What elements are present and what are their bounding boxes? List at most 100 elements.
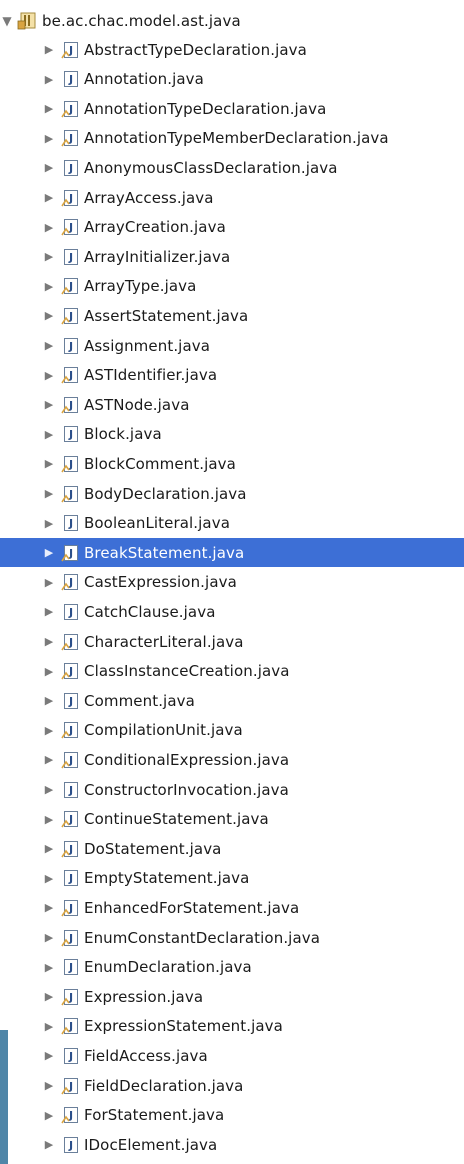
collapsed-arrow-icon[interactable]: ▶ xyxy=(42,517,56,530)
java-file-icon: J xyxy=(60,780,80,800)
collapsed-arrow-icon[interactable]: ▶ xyxy=(42,398,56,411)
file-node[interactable]: ▶ J AnonymousClassDeclaration.java xyxy=(0,153,464,182)
collapsed-arrow-icon[interactable]: ▶ xyxy=(42,842,56,855)
collapsed-arrow-icon[interactable]: ▶ xyxy=(42,901,56,914)
collapsed-arrow-icon[interactable]: ▶ xyxy=(42,161,56,174)
svg-text:J: J xyxy=(68,606,73,619)
collapsed-arrow-icon[interactable]: ▶ xyxy=(42,1079,56,1092)
java-file-icon: J xyxy=(60,572,80,592)
collapsed-arrow-icon[interactable]: ▶ xyxy=(42,102,56,115)
file-name: EnumDeclaration.java xyxy=(84,958,252,977)
file-node[interactable]: ▶ J ConditionalExpression.java xyxy=(0,745,464,774)
file-node[interactable]: ▶ J ForStatement.java xyxy=(0,1101,464,1130)
expanded-arrow-icon[interactable]: ▼ xyxy=(0,14,14,28)
java-file-icon: J xyxy=(60,839,80,859)
collapsed-arrow-icon[interactable]: ▶ xyxy=(42,694,56,707)
file-node[interactable]: ▶ J CastExpression.java xyxy=(0,568,464,597)
file-node[interactable]: ▶ J AnnotationTypeMemberDeclaration.java xyxy=(0,124,464,153)
svg-text:J: J xyxy=(68,340,73,353)
file-node[interactable]: ▶ J DoStatement.java xyxy=(0,834,464,863)
file-node[interactable]: ▶ J ArrayCreation.java xyxy=(0,213,464,242)
package-node[interactable]: ▼ be.ac.chac.model.ast.java xyxy=(0,6,464,35)
package-name: be.ac.chac.model.ast.java xyxy=(42,11,241,30)
collapsed-arrow-icon[interactable]: ▶ xyxy=(42,931,56,944)
collapsed-arrow-icon[interactable]: ▶ xyxy=(42,546,56,559)
collapsed-arrow-icon[interactable]: ▶ xyxy=(42,221,56,234)
collapsed-arrow-icon[interactable]: ▶ xyxy=(42,457,56,470)
file-node[interactable]: ▶ J ClassInstanceCreation.java xyxy=(0,657,464,686)
file-node[interactable]: ▶ J IDocElement.java xyxy=(0,1130,464,1159)
file-name: ConditionalExpression.java xyxy=(84,750,290,769)
svg-text:J: J xyxy=(68,695,73,708)
file-name: ArrayCreation.java xyxy=(84,218,226,237)
file-node[interactable]: ▶ J ContinueStatement.java xyxy=(0,805,464,834)
collapsed-arrow-icon[interactable]: ▶ xyxy=(42,724,56,737)
file-node[interactable]: ▶ J ConstructorInvocation.java xyxy=(0,775,464,804)
collapsed-arrow-icon[interactable]: ▶ xyxy=(42,309,56,322)
collapsed-arrow-icon[interactable]: ▶ xyxy=(42,43,56,56)
file-node[interactable]: ▶ J EnumDeclaration.java xyxy=(0,953,464,982)
collapsed-arrow-icon[interactable]: ▶ xyxy=(42,665,56,678)
collapsed-arrow-icon[interactable]: ▶ xyxy=(42,1109,56,1122)
file-node[interactable]: ▶ J EmptyStatement.java xyxy=(0,864,464,893)
collapsed-arrow-icon[interactable]: ▶ xyxy=(42,487,56,500)
file-node[interactable]: ▶ J CatchClause.java xyxy=(0,597,464,626)
file-node[interactable]: ▶ J EnhancedForStatement.java xyxy=(0,893,464,922)
collapsed-arrow-icon[interactable]: ▶ xyxy=(42,280,56,293)
collapsed-arrow-icon[interactable]: ▶ xyxy=(42,73,56,86)
java-file-icon: J xyxy=(60,395,80,415)
collapsed-arrow-icon[interactable]: ▶ xyxy=(42,1020,56,1033)
file-node[interactable]: ▶ J ArrayType.java xyxy=(0,272,464,301)
collapsed-arrow-icon[interactable]: ▶ xyxy=(42,339,56,352)
file-node[interactable]: ▶ J BodyDeclaration.java xyxy=(0,479,464,508)
file-node[interactable]: ▶ J CharacterLiteral.java xyxy=(0,627,464,656)
file-node[interactable]: ▶ J ArrayAccess.java xyxy=(0,183,464,212)
file-node[interactable]: ▶ J Block.java xyxy=(0,420,464,449)
collapsed-arrow-icon[interactable]: ▶ xyxy=(42,1138,56,1151)
file-name: AbstractTypeDeclaration.java xyxy=(84,40,307,59)
collapsed-arrow-icon[interactable]: ▶ xyxy=(42,191,56,204)
file-node[interactable]: ▶ J ArrayInitializer.java xyxy=(0,242,464,271)
collapsed-arrow-icon[interactable]: ▶ xyxy=(42,428,56,441)
collapsed-arrow-icon[interactable]: ▶ xyxy=(42,576,56,589)
file-node[interactable]: ▶ J FieldDeclaration.java xyxy=(0,1071,464,1100)
file-node[interactable]: ▶ J EnumConstantDeclaration.java xyxy=(0,923,464,952)
file-node[interactable]: ▶ J CompilationUnit.java xyxy=(0,716,464,745)
file-name: AnnotationTypeMemberDeclaration.java xyxy=(84,129,389,148)
java-file-icon: J xyxy=(60,809,80,829)
file-node[interactable]: ▶ J BooleanLiteral.java xyxy=(0,509,464,538)
file-node[interactable]: ▶ J BreakStatement.java xyxy=(0,538,464,568)
collapsed-arrow-icon[interactable]: ▶ xyxy=(42,753,56,766)
file-name: BooleanLiteral.java xyxy=(84,514,230,533)
collapsed-arrow-icon[interactable]: ▶ xyxy=(42,813,56,826)
svg-text:J: J xyxy=(68,961,73,974)
collapsed-arrow-icon[interactable]: ▶ xyxy=(42,369,56,382)
collapsed-arrow-icon[interactable]: ▶ xyxy=(42,872,56,885)
file-node[interactable]: ▶ J FieldAccess.java xyxy=(0,1041,464,1070)
svg-text:J: J xyxy=(68,1139,73,1152)
file-node[interactable]: ▶ J ExpressionStatement.java xyxy=(0,1012,464,1041)
java-file-icon: J xyxy=(60,217,80,237)
package-icon xyxy=(16,11,38,31)
file-node[interactable]: ▶ J ASTNode.java xyxy=(0,390,464,419)
file-node[interactable]: ▶ J ASTIdentifier.java xyxy=(0,361,464,390)
file-node[interactable]: ▶ J Expression.java xyxy=(0,982,464,1011)
file-node[interactable]: ▶ J AbstractTypeDeclaration.java xyxy=(0,35,464,64)
java-file-icon: J xyxy=(60,750,80,770)
file-node[interactable]: ▶ J Assignment.java xyxy=(0,331,464,360)
file-node[interactable]: ▶ J AssertStatement.java xyxy=(0,301,464,330)
collapsed-arrow-icon[interactable]: ▶ xyxy=(42,990,56,1003)
file-name: BodyDeclaration.java xyxy=(84,484,247,503)
file-node[interactable]: ▶ J BlockComment.java xyxy=(0,449,464,478)
collapsed-arrow-icon[interactable]: ▶ xyxy=(42,783,56,796)
collapsed-arrow-icon[interactable]: ▶ xyxy=(42,1049,56,1062)
collapsed-arrow-icon[interactable]: ▶ xyxy=(42,961,56,974)
file-name: ASTIdentifier.java xyxy=(84,366,218,385)
file-node[interactable]: ▶ J AnnotationTypeDeclaration.java xyxy=(0,94,464,123)
collapsed-arrow-icon[interactable]: ▶ xyxy=(42,132,56,145)
collapsed-arrow-icon[interactable]: ▶ xyxy=(42,605,56,618)
file-node[interactable]: ▶ J Annotation.java xyxy=(0,65,464,94)
collapsed-arrow-icon[interactable]: ▶ xyxy=(42,250,56,263)
file-node[interactable]: ▶ J Comment.java xyxy=(0,686,464,715)
collapsed-arrow-icon[interactable]: ▶ xyxy=(42,635,56,648)
